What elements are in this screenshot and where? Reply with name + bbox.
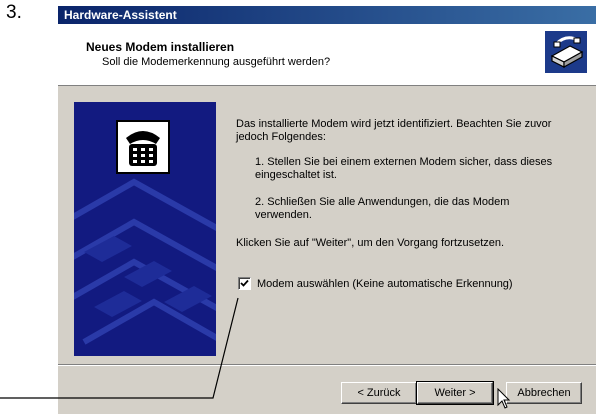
header-title: Neues Modem installieren bbox=[86, 40, 235, 54]
header-subtitle: Soll die Modemerkennung ausgeführt werde… bbox=[102, 56, 331, 68]
step-number: 3. bbox=[6, 2, 22, 23]
modem-wizard-icon bbox=[545, 31, 587, 73]
manual-modem-checkbox-label[interactable]: Modem auswählen (Keine automatische Erke… bbox=[257, 278, 513, 290]
manual-modem-checkbox-row[interactable]: Modem auswählen (Keine automatische Erke… bbox=[238, 277, 513, 290]
instruction-item-1: 1. Stellen Sie bei einem externen Modem … bbox=[255, 156, 553, 181]
mouse-cursor-icon bbox=[497, 388, 511, 409]
instruction-item-2: 2. Schließen Sie alle Anwendungen, die d… bbox=[255, 196, 510, 221]
cancel-button[interactable]: Abbrechen bbox=[506, 382, 582, 404]
hardware-wizard-window: Hardware-Assistent Neues Modem installie… bbox=[58, 6, 596, 414]
intro-text: Das installierte Modem wird jetzt identi… bbox=[236, 118, 552, 143]
manual-modem-checkbox[interactable] bbox=[238, 277, 251, 290]
back-button[interactable]: < Zurück bbox=[341, 382, 417, 404]
next-button[interactable]: Weiter > bbox=[416, 381, 494, 405]
continue-hint: Klicken Sie auf "Weiter", um den Vorgang… bbox=[236, 237, 505, 249]
telephone-icon bbox=[116, 120, 170, 174]
checkmark-icon bbox=[240, 279, 249, 287]
window-title[interactable]: Hardware-Assistent bbox=[58, 6, 596, 24]
button-separator bbox=[58, 364, 596, 366]
wizard-header: Neues Modem installieren Soll die Modeme… bbox=[58, 24, 596, 86]
wizard-side-image bbox=[74, 102, 216, 356]
